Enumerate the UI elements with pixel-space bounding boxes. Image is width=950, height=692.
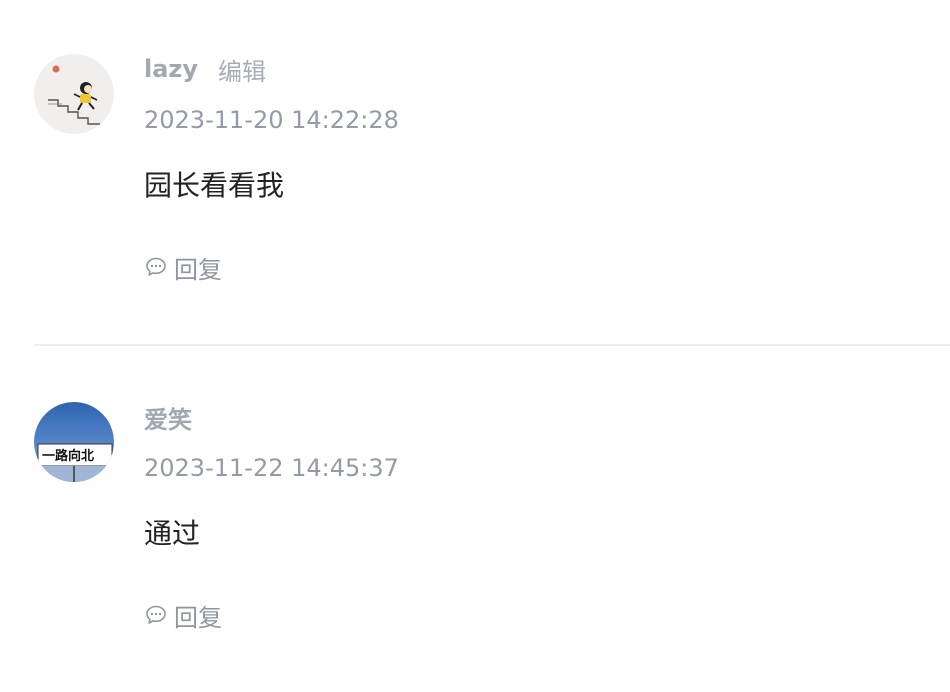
reply-label: 回复: [174, 255, 222, 284]
comment-bubble-icon: [146, 257, 166, 276]
comment-bubble-icon: [146, 605, 166, 624]
avatar[interactable]: [34, 54, 114, 134]
cartoon-running-stairs-icon: [34, 54, 114, 134]
edit-button[interactable]: 编辑: [218, 52, 266, 87]
comment-content: 通过: [144, 517, 201, 550]
comment-content: 园长看看我: [144, 169, 285, 202]
reply-label: 回复: [174, 603, 222, 632]
comment-timestamp: 2023-11-22 14:45:37: [144, 454, 399, 482]
divider: [34, 344, 950, 346]
author-name[interactable]: 爱笑: [144, 400, 192, 435]
sky-sign-icon: 一路向北: [34, 402, 114, 482]
avatar[interactable]: 一路向北: [34, 402, 114, 482]
comment-item: 一路向北 爱笑 2023-11-22 14:45:37 通过 回复: [0, 348, 950, 648]
avatar-sign-text: 一路向北: [42, 448, 94, 464]
author-name[interactable]: lazy: [144, 55, 198, 83]
comment-header: 爱笑: [144, 400, 192, 434]
comment-timestamp: 2023-11-20 14:22:28: [144, 106, 399, 134]
reply-button[interactable]: 回复: [144, 598, 222, 632]
reply-button[interactable]: 回复: [144, 250, 222, 284]
comment-header: lazy 编辑: [144, 52, 266, 86]
comment-item: lazy 编辑 2023-11-20 14:22:28 园长看看我 回复: [0, 0, 950, 300]
